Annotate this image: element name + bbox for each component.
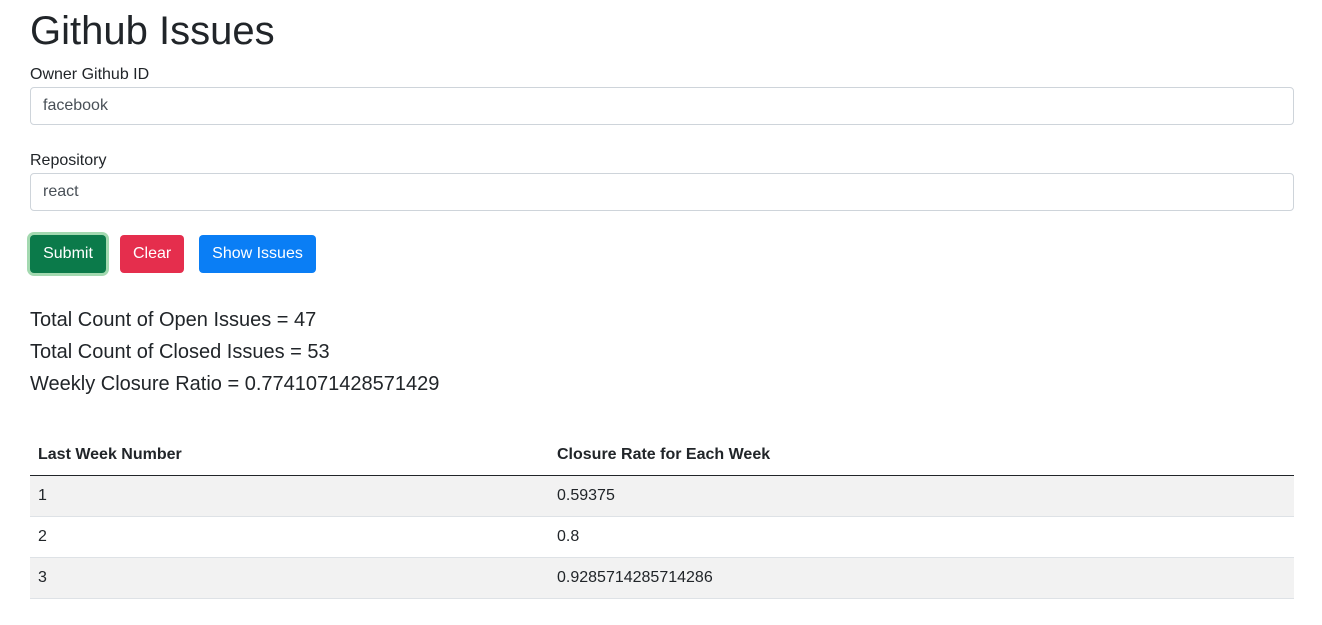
submit-button[interactable]: Submit [30,235,106,273]
stats-section: Total Count of Open Issues = 47 Total Co… [30,304,1294,400]
main-container: Github Issues Owner Github ID Repository… [0,0,1322,599]
table-header-row: Last Week Number Closure Rate for Each W… [30,435,1294,476]
repo-input[interactable] [30,173,1294,211]
closure-rate-cell: 0.59375 [549,475,1294,517]
week-number-cell: 1 [30,475,549,517]
table-row: 2 0.8 [30,516,1294,558]
closed-issues-count: Total Count of Closed Issues = 53 [30,341,330,363]
weekly-closure-ratio: Weekly Closure Ratio = 0.774107142857142… [30,373,440,395]
closure-rate-table: Last Week Number Closure Rate for Each W… [30,435,1294,599]
repo-form-group: Repository [30,151,1294,211]
button-row: Submit Clear Show Issues [30,235,1294,273]
column-header-week: Last Week Number [30,435,549,476]
closure-rate-cell: 0.9285714285714286 [549,557,1294,599]
show-issues-button[interactable]: Show Issues [199,235,316,273]
week-number-cell: 3 [30,557,549,599]
owner-input[interactable] [30,87,1294,125]
week-number-cell: 2 [30,516,549,558]
table-row: 1 0.59375 [30,475,1294,517]
closure-rate-cell: 0.8 [549,516,1294,558]
owner-label: Owner Github ID [30,66,150,83]
page-title: Github Issues [30,9,275,53]
table-row: 3 0.9285714285714286 [30,557,1294,599]
clear-button[interactable]: Clear [120,235,184,273]
open-issues-count: Total Count of Open Issues = 47 [30,309,317,331]
owner-form-group: Owner Github ID [30,65,1294,125]
repo-label: Repository [30,152,107,169]
column-header-closure-rate: Closure Rate for Each Week [549,435,1294,476]
